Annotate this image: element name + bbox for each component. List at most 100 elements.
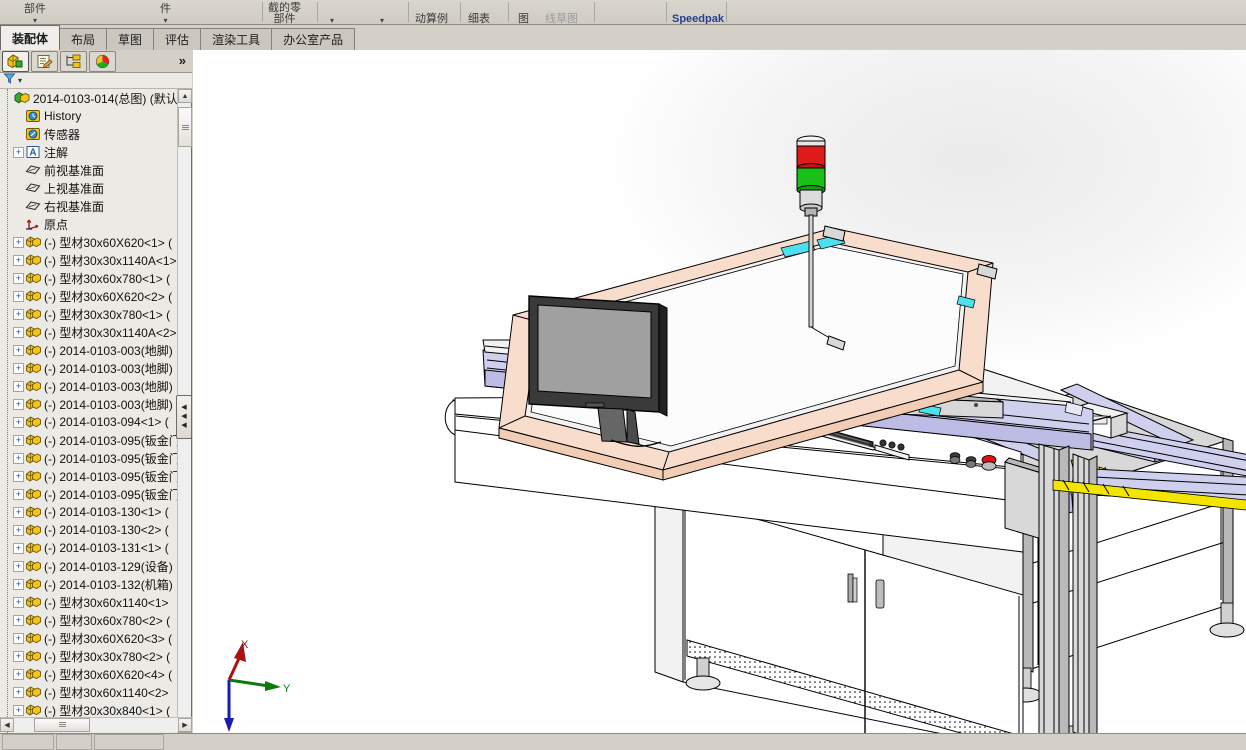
- expand-plus-icon[interactable]: +: [13, 489, 24, 500]
- display-manager-tab[interactable]: [89, 51, 116, 72]
- tree-node[interactable]: 上视基准面: [0, 179, 178, 197]
- property-manager-tab[interactable]: [31, 51, 58, 72]
- tree-node[interactable]: +(-) 2014-0103-095(钣金门: [0, 431, 178, 449]
- tree-node[interactable]: +(-) 2014-0103-131<1> (: [0, 539, 178, 557]
- ribbon-group-4[interactable]: ▾: [380, 0, 384, 25]
- expand-plus-icon[interactable]: +: [13, 417, 24, 428]
- tree-node[interactable]: +(-) 型材30x30x1140A<1>: [0, 251, 178, 269]
- expand-plus-icon[interactable]: +: [13, 633, 24, 644]
- tree-node[interactable]: +(-) 型材30x60X620<3> (: [0, 629, 178, 647]
- expand-plus-icon[interactable]: +: [13, 363, 24, 374]
- tree-node[interactable]: +(-) 型材30x30x780<1> (: [0, 305, 178, 323]
- configuration-manager-tab[interactable]: [60, 51, 87, 72]
- tree-node[interactable]: +(-) 型材30x30x780<2> (: [0, 647, 178, 665]
- tree-node[interactable]: 右视基准面: [0, 197, 178, 215]
- chevron-down-icon[interactable]: ▾: [18, 76, 22, 85]
- tree-node[interactable]: 2014-0103-014(总图) (默认·: [0, 89, 178, 107]
- expand-plus-icon[interactable]: +: [13, 525, 24, 536]
- tree-node[interactable]: 传感器: [0, 125, 178, 143]
- tree-node[interactable]: +(-) 2014-0103-130<1> (: [0, 503, 178, 521]
- command-tab-2[interactable]: 草图: [106, 28, 154, 50]
- tree-node[interactable]: +(-) 2014-0103-129(设备): [0, 557, 178, 575]
- ribbon-group-0[interactable]: 部件 ▾: [24, 0, 46, 25]
- tree-node[interactable]: 前视基准面: [0, 161, 178, 179]
- expand-plus-icon[interactable]: +: [13, 381, 24, 392]
- tree-node[interactable]: +(-) 型材30x60x780<1> (: [0, 269, 178, 287]
- tree-node[interactable]: +(-) 2014-0103-095(钣金门: [0, 467, 178, 485]
- command-tab-1[interactable]: 布局: [59, 28, 107, 50]
- tree-node[interactable]: +A注解: [0, 143, 178, 161]
- expand-plus-icon[interactable]: +: [13, 327, 24, 338]
- expand-plus-icon[interactable]: +: [13, 687, 24, 698]
- scrollbar-thumb[interactable]: [178, 107, 192, 147]
- expand-plus-icon[interactable]: +: [13, 255, 24, 266]
- ribbon-group-3[interactable]: ▾: [330, 0, 334, 25]
- tree-node[interactable]: +(-) 2014-0103-095(钣金门: [0, 485, 178, 503]
- command-tab-0[interactable]: 装配体: [0, 25, 60, 50]
- expand-plus-icon[interactable]: +: [13, 471, 24, 482]
- command-tab-3[interactable]: 评估: [153, 28, 201, 50]
- expand-plus-icon[interactable]: +: [13, 579, 24, 590]
- expand-plus-icon[interactable]: +: [13, 669, 24, 680]
- ribbon-group-1[interactable]: 件 ▾: [160, 0, 171, 25]
- chevron-down-icon[interactable]: ▾: [380, 17, 384, 25]
- ribbon-group-drawing[interactable]: 图: [518, 0, 529, 25]
- expand-plus-icon[interactable]: +: [13, 273, 24, 284]
- tree-node[interactable]: +(-) 型材30x60X620<2> (: [0, 287, 178, 305]
- expand-plus-icon[interactable]: +: [13, 309, 24, 320]
- chevron-down-icon[interactable]: ▾: [163, 17, 167, 25]
- expand-plus-icon[interactable]: +: [13, 435, 24, 446]
- command-tab-5[interactable]: 办公室产品: [271, 28, 355, 50]
- feature-manager-tab[interactable]: [2, 51, 29, 72]
- chevron-down-icon[interactable]: ▾: [33, 17, 37, 25]
- expand-plus-icon[interactable]: +: [13, 453, 24, 464]
- ribbon-group-speedpak[interactable]: Speedpak: [672, 0, 724, 25]
- tree-node[interactable]: +(-) 2014-0103-003(地脚): [0, 395, 178, 413]
- scroll-up-icon[interactable]: ▲: [178, 89, 192, 103]
- tree-node[interactable]: +(-) 2014-0103-130<2> (: [0, 521, 178, 539]
- tree-node[interactable]: +(-) 型材30x60X620<4> (: [0, 665, 178, 683]
- expand-plus-icon[interactable]: +: [13, 507, 24, 518]
- tree-node[interactable]: 原点: [0, 215, 178, 233]
- scrollbar-thumb[interactable]: [34, 718, 90, 732]
- tree-node[interactable]: +(-) 2014-0103-132(机箱): [0, 575, 178, 593]
- tree-node[interactable]: +(-) 2014-0103-094<1> (: [0, 413, 178, 431]
- graphics-viewport[interactable]: .ln{stroke:#000;stroke-width:1;fill:none…: [193, 50, 1246, 733]
- manager-tab-overflow[interactable]: »: [179, 53, 186, 68]
- expand-plus-icon[interactable]: +: [13, 237, 24, 248]
- ribbon-group-bom[interactable]: 细表: [468, 0, 490, 25]
- expand-plus-icon[interactable]: +: [13, 399, 24, 410]
- ribbon-group-envelope[interactable]: 线草图: [545, 0, 578, 25]
- expand-plus-icon[interactable]: +: [13, 705, 24, 716]
- chevron-down-icon[interactable]: ▾: [330, 17, 334, 25]
- assembly-model-3d[interactable]: .ln{stroke:#000;stroke-width:1;fill:none…: [193, 50, 1246, 733]
- tree-node[interactable]: +(-) 型材30x60X620<1> (: [0, 233, 178, 251]
- tree-node[interactable]: +(-) 2014-0103-003(地脚): [0, 341, 178, 359]
- tree-node[interactable]: +(-) 2014-0103-095(钣金门: [0, 449, 178, 467]
- feature-tree[interactable]: 2014-0103-014(总图) (默认·History传感器+A注解前视基准…: [0, 89, 178, 733]
- ribbon-group-2[interactable]: 截的零 部件: [268, 0, 301, 25]
- expand-plus-icon[interactable]: +: [13, 597, 24, 608]
- panel-splitter-handle[interactable]: ◀ ◀ ◀: [176, 395, 192, 439]
- tree-node[interactable]: +(-) 型材30x60x1140<2>: [0, 683, 178, 701]
- filter-icon[interactable]: [3, 72, 16, 90]
- expand-plus-icon[interactable]: +: [13, 291, 24, 302]
- expand-plus-icon[interactable]: +: [13, 651, 24, 662]
- tree-node[interactable]: +(-) 型材30x60x780<2> (: [0, 611, 178, 629]
- tree-horizontal-scrollbar[interactable]: ◀ ▶: [0, 717, 192, 732]
- tree-node[interactable]: +(-) 型材30x30x1140A<2>: [0, 323, 178, 341]
- tree-node[interactable]: History: [0, 107, 178, 125]
- expand-plus-icon[interactable]: +: [13, 615, 24, 626]
- scroll-left-icon[interactable]: ◀: [0, 718, 14, 732]
- tree-node[interactable]: +(-) 2014-0103-003(地脚): [0, 377, 178, 395]
- expand-plus-icon[interactable]: +: [13, 543, 24, 554]
- command-tab-4[interactable]: 渲染工具: [200, 28, 272, 50]
- ribbon-group-motion-study[interactable]: 动算例: [415, 0, 448, 25]
- tree-node[interactable]: +(-) 2014-0103-003(地脚): [0, 359, 178, 377]
- expand-plus-icon[interactable]: +: [13, 345, 24, 356]
- scrollbar-track[interactable]: [14, 718, 178, 733]
- tree-node[interactable]: +(-) 型材30x60x1140<1>: [0, 593, 178, 611]
- scroll-right-icon[interactable]: ▶: [178, 718, 192, 732]
- expand-plus-icon[interactable]: +: [13, 147, 24, 158]
- expand-plus-icon[interactable]: +: [13, 561, 24, 572]
